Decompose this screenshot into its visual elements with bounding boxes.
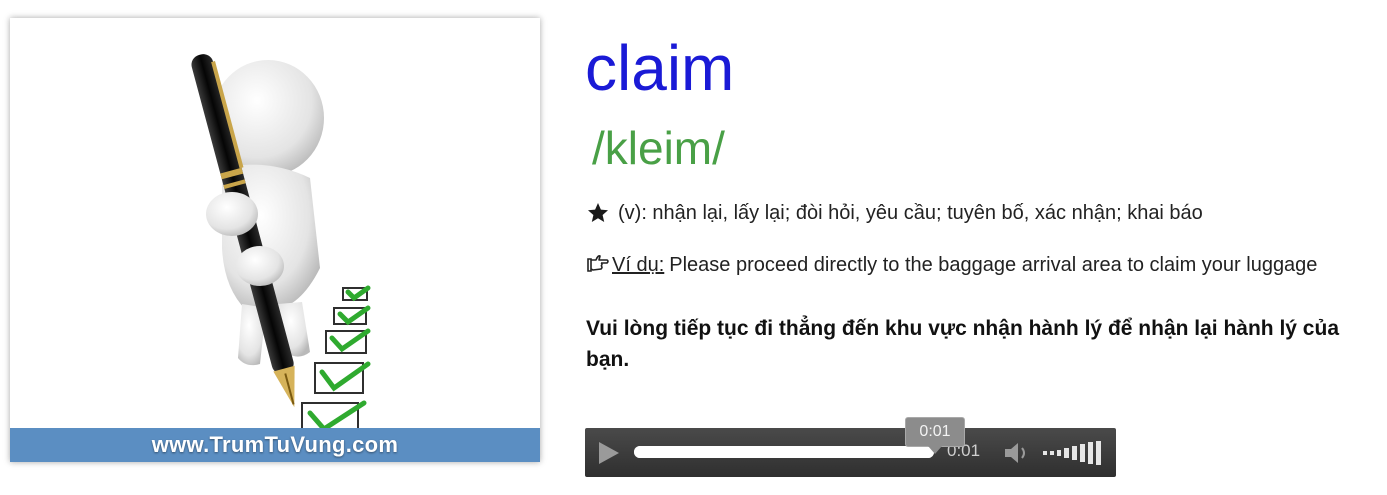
- phonetic-transcription: /kleim/: [592, 122, 725, 174]
- pointing-hand-icon: [587, 255, 609, 272]
- person-writing-checklist-icon: [191, 54, 371, 428]
- definition-text: (v): nhận lại, lấy lại; đòi hỏi, yêu cầu…: [618, 202, 1203, 224]
- example-block: Ví dụ: Please proceed directly to the bag…: [586, 250, 1356, 280]
- audio-progress-bar[interactable]: [634, 446, 934, 458]
- star-icon: [588, 203, 608, 222]
- vocabulary-card-page: www.TrumTuVung.com claim /kleim/ (v): nh…: [0, 0, 1387, 495]
- audio-player: 0:01: [585, 428, 1116, 477]
- website-watermark: www.TrumTuVung.com: [151, 432, 399, 457]
- audio-time-tooltip: 0:01: [905, 417, 965, 454]
- definition-line: (v): nhận lại, lấy lại; đòi hỏi, yêu cầu…: [586, 199, 1203, 227]
- vocabulary-word: claim: [585, 32, 735, 104]
- audio-progress-fill: [634, 446, 934, 458]
- example-sentence: Please proceed directly to the baggage a…: [669, 254, 1318, 276]
- play-icon[interactable]: [593, 439, 623, 467]
- volume-bars-icon[interactable]: [1043, 440, 1105, 466]
- example-label: Ví dụ:: [612, 254, 665, 276]
- illustration-card: www.TrumTuVung.com: [10, 18, 540, 462]
- website-banner: www.TrumTuVung.com: [10, 428, 540, 462]
- example-translation: Vui lòng tiếp tục đi thẳng đến khu vực n…: [586, 317, 1339, 371]
- volume-icon[interactable]: [1002, 441, 1032, 465]
